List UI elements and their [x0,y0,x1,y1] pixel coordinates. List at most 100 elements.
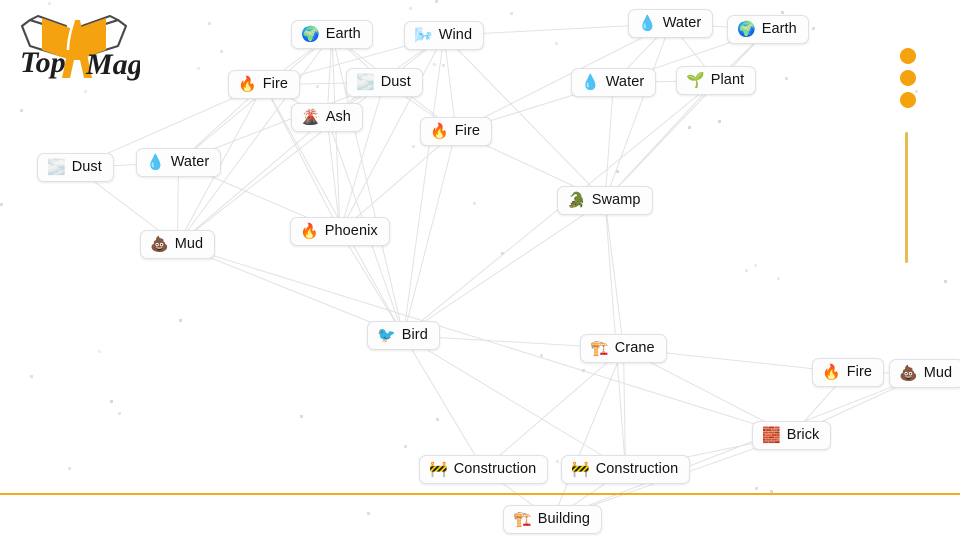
logo-text-top: Top [20,46,66,79]
graph-node-construction-1[interactable]: 🚧 Construction [419,455,549,484]
graph-node-building-1[interactable]: 🏗️ Building [503,505,603,534]
graph-edge [331,34,341,232]
graph-node-brick-1[interactable]: 🧱 Brick [752,421,832,450]
graph-canvas[interactable]: Top Mag 🌍 Earth 🌬️ Wind 💧 Water 🌍 Earth 🔥 Fire 🌫️ D… [0,0,960,540]
fire-icon: 🔥 [822,364,841,381]
graph-node-fire-1[interactable]: 🔥 Fire [228,70,301,99]
more-options-kebab-menu[interactable] [899,48,916,108]
graph-edge [339,231,404,336]
background-speck [781,11,784,14]
graph-node-label: Water [662,15,702,32]
graph-node-label: Construction [595,461,679,478]
graph-node-swamp-1[interactable]: 🐊 Swamp [557,186,653,215]
horizontal-divider [0,493,960,495]
wind-face-icon: 🌬️ [414,27,433,44]
top-a-mag-logo-icon: Top Mag [20,15,143,81]
background-speck [812,27,815,30]
background-speck [300,415,303,418]
graph-node-label: Dust [71,159,102,176]
graph-edge [604,23,671,201]
graph-edge [177,244,792,436]
background-speck [473,202,476,205]
graph-node-earth-2[interactable]: 🌍 Earth [727,15,809,44]
graph-node-label: Dust [380,74,411,91]
background-speck [404,445,407,448]
graph-node-crane-1[interactable]: 🏗️ Crane [580,334,667,363]
background-speck [68,467,71,470]
graph-node-construction-2[interactable]: 🚧 Construction [561,455,691,484]
graph-node-water-2[interactable]: 💧 Water [571,68,657,97]
background-speck [409,7,412,10]
water-droplet-icon: 💧 [146,154,165,171]
graph-node-label: Phoenix [324,223,378,240]
vertical-divider [905,132,908,263]
background-speck [435,0,438,3]
graph-node-phoenix-1[interactable]: 🔥 Phoenix [290,217,390,246]
graph-node-plant-1[interactable]: 🌱 Plant [676,66,757,95]
graph-edge [177,34,333,245]
background-speck [501,252,504,255]
background-speck [84,90,87,93]
background-speck [556,460,559,463]
graph-node-label: Crane [614,340,655,357]
graph-node-label: Fire [262,76,289,93]
background-speck [944,280,947,283]
graph-edge [326,117,341,232]
graph-node-label: Plant [710,72,745,89]
graph-node-label: Fire [846,364,873,381]
background-speck [98,350,101,353]
earth-globe-icon: 🌍 [737,21,756,38]
background-speck [745,269,748,272]
background-speck [718,120,721,123]
background-speck [777,277,780,280]
graph-edge [604,200,624,349]
graph-edge [552,373,927,520]
earth-globe-icon: 🌍 [301,26,320,43]
graph-node-dust-1[interactable]: 🌫️ Dust [346,68,423,97]
fog-layers-icon: 🌫️ [356,74,375,91]
fog-layers-icon: 🌫️ [47,159,66,176]
background-speck [0,203,3,206]
background-speck [442,64,445,67]
background-speck [582,369,585,372]
background-speck [208,22,211,25]
background-speck [20,109,23,112]
construction-sign-icon: 🚧 [571,461,590,478]
graph-node-label: Construction [453,461,537,478]
graph-node-label: Earth [325,26,361,43]
background-speck [555,42,558,45]
graph-node-mud-1[interactable]: 💩 Mud [140,230,216,259]
background-speck [688,126,691,129]
construction-sign-icon: 🚧 [429,461,448,478]
graph-node-label: Mud [923,365,953,382]
graph-node-fire-2[interactable]: 🔥 Fire [420,117,493,146]
graph-node-earth-1[interactable]: 🌍 Earth [291,20,373,49]
graph-node-ash-1[interactable]: 🌋 Ash [291,103,363,132]
background-speck [30,375,33,378]
graph-edge [403,131,457,336]
mud-pile-icon: 💩 [150,236,169,253]
graph-edge [604,29,769,201]
graph-node-label: Fire [454,123,481,140]
fire-icon: 🔥 [430,123,449,140]
graph-node-water-3[interactable]: 💧 Water [136,148,222,177]
graph-edge [403,200,606,336]
graph-node-water-1[interactable]: 💧 Water [628,9,714,38]
graph-node-wind-1[interactable]: 🌬️ Wind [404,21,485,50]
graph-node-fire-3[interactable]: 🔥 Fire [812,358,885,387]
graph-node-label: Swamp [591,192,641,209]
graph-node-dust-2[interactable]: 🌫️ Dust [37,153,114,182]
graph-node-label: Bird [401,327,428,344]
graph-node-label: Water [605,74,645,91]
background-speck [179,319,182,322]
building-construction-icon: 🏗️ [590,340,609,357]
background-speck [540,354,543,357]
graph-node-mud-2[interactable]: 💩 Mud [889,359,960,388]
background-speck [616,170,619,173]
graph-edge [403,335,484,470]
graph-node-bird-1[interactable]: 🐦 Bird [367,321,440,350]
app-logo[interactable]: Top Mag [8,4,143,88]
graph-edge [483,348,624,470]
graph-edge [623,348,626,470]
background-speck [197,67,200,70]
